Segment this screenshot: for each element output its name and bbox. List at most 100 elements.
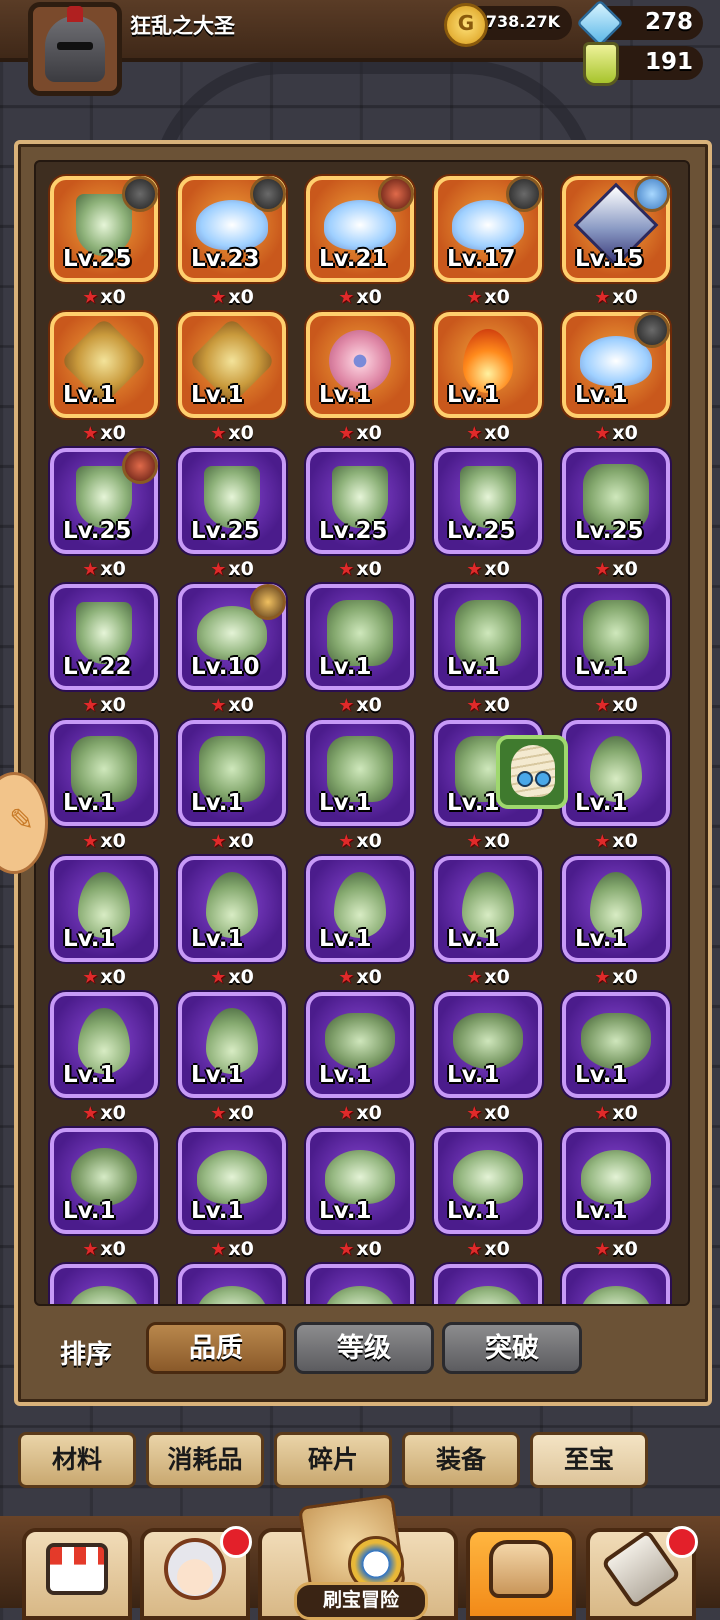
relic-slot[interactable]: Lv.1 ★ x0 [50, 312, 158, 444]
relic-slot[interactable] [434, 1264, 542, 1304]
relic-card[interactable]: Lv.1 [50, 312, 158, 418]
relic-slot[interactable]: Lv.1 ★ x0 [434, 584, 542, 716]
relic-card[interactable] [306, 1264, 414, 1304]
relic-card[interactable]: Lv.1 [434, 856, 542, 962]
relic-card[interactable]: Lv.1 [178, 720, 286, 826]
relic-slot[interactable]: Lv.1 ★ x0 [562, 720, 670, 852]
relic-slot[interactable]: Lv.1 ★ x0 [178, 1128, 286, 1260]
relic-slot[interactable]: Lv.25 ★ x0 [562, 448, 670, 580]
relic-card[interactable] [50, 1264, 158, 1304]
relic-card[interactable]: Lv.1 [562, 584, 670, 690]
relic-slot[interactable]: Lv.1 ★ x0 [50, 1128, 158, 1260]
relic-card[interactable]: Lv.1 [562, 856, 670, 962]
relic-card[interactable]: Lv.1 [562, 720, 670, 826]
relic-card[interactable]: Lv.15 [562, 176, 670, 282]
relic-card[interactable]: Lv.1 [434, 1128, 542, 1234]
relic-card[interactable] [178, 1264, 286, 1304]
relic-slot[interactable] [306, 1264, 414, 1304]
nav-adventure[interactable]: 刷宝冒险 [284, 1493, 434, 1620]
sort-by-level-button[interactable]: 等级 [294, 1322, 434, 1374]
relic-slot[interactable]: Lv.1 ★ x0 [562, 856, 670, 988]
relic-card[interactable]: Lv.1 [178, 1128, 286, 1234]
nav-shop[interactable] [22, 1528, 132, 1620]
relic-grid-scroll-area[interactable]: Lv.25 ★ x0 Lv.23 ★ x0 Lv.21 ★ x0 Lv.17 ★ x0 Lv.15 ★ x0… [34, 160, 690, 1306]
relic-slot[interactable]: Lv.23 ★ x0 [178, 176, 286, 308]
relic-card[interactable]: Lv.22 [50, 584, 158, 690]
relic-card[interactable]: Lv.1 [562, 312, 670, 418]
relic-slot[interactable]: Lv.1 ★ x0 [434, 312, 542, 444]
relic-card[interactable]: Lv.1 [306, 856, 414, 962]
relic-card[interactable]: Lv.1 [178, 992, 286, 1098]
relic-slot[interactable]: Lv.1 ★ x0 [562, 584, 670, 716]
relic-slot[interactable]: Lv.1 ★ x0 [434, 856, 542, 988]
relic-slot[interactable]: Lv.25 ★ x0 [178, 448, 286, 580]
relic-slot[interactable]: Lv.17 ★ x0 [434, 176, 542, 308]
relic-card[interactable]: Lv.1 [562, 1128, 670, 1234]
relic-slot[interactable]: Lv.1 ★ x0 [306, 584, 414, 716]
relic-card[interactable]: Lv.1 [562, 992, 670, 1098]
relic-slot[interactable]: Lv.15 ★ x0 [562, 176, 670, 308]
relic-slot[interactable]: Lv.21 ★ x0 [306, 176, 414, 308]
relic-slot[interactable]: Lv.1 ★ x0 [434, 992, 542, 1124]
relic-card[interactable]: Lv.25 [434, 448, 542, 554]
relic-card[interactable]: Lv.25 [50, 448, 158, 554]
avatar[interactable] [28, 2, 122, 96]
relic-card[interactable]: Lv.25 [306, 448, 414, 554]
tab-equipment[interactable]: 装备 [402, 1432, 520, 1488]
relic-card[interactable]: Lv.25 [562, 448, 670, 554]
relic-slot[interactable] [178, 1264, 286, 1304]
relic-card[interactable]: Lv.23 [178, 176, 286, 282]
relic-slot[interactable]: Lv.1 ★ x0 [50, 856, 158, 988]
tab-fragments[interactable]: 碎片 [274, 1432, 392, 1488]
relic-slot[interactable]: Lv.1 ★ x0 [562, 1128, 670, 1260]
relic-card[interactable]: Lv.1 [178, 856, 286, 962]
relic-slot[interactable]: Lv.1 ★ x0 [306, 992, 414, 1124]
relic-slot[interactable]: Lv.1 ★ x0 [178, 992, 286, 1124]
tab-treasures[interactable]: 至宝 [530, 1432, 648, 1488]
relic-slot[interactable]: Lv.10 ★ x0 [178, 584, 286, 716]
relic-slot[interactable]: Lv.1 ★ x0 [178, 312, 286, 444]
relic-card[interactable]: Lv.1 [434, 312, 542, 418]
coin-counter[interactable]: G 738.27K [444, 3, 572, 47]
relic-slot[interactable]: Lv.1 ★ x0 [50, 720, 158, 852]
relic-card[interactable]: Lv.1 [434, 584, 542, 690]
tab-consumables[interactable]: 消耗品 [146, 1432, 264, 1488]
relic-slot[interactable]: Lv.1 ★ x0 [562, 312, 670, 444]
relic-slot[interactable]: Lv.1 ★ x0 [306, 856, 414, 988]
mummy-hero-avatar[interactable] [496, 735, 568, 809]
relic-card[interactable]: Lv.1 [178, 312, 286, 418]
relic-card[interactable]: Lv.1 [50, 1128, 158, 1234]
relic-slot[interactable] [562, 1264, 670, 1304]
relic-card[interactable]: Lv.1 [306, 720, 414, 826]
relic-card[interactable]: Lv.25 [178, 448, 286, 554]
relic-card[interactable]: Lv.25 [50, 176, 158, 282]
relic-card[interactable]: Lv.1 [434, 992, 542, 1098]
tab-materials[interactable]: 材料 [18, 1432, 136, 1488]
relic-card[interactable]: Lv.1 [50, 992, 158, 1098]
relic-card[interactable]: Lv.10 [178, 584, 286, 690]
relic-card[interactable]: Lv.1 [306, 992, 414, 1098]
relic-slot[interactable]: Lv.1 ★ x0 [178, 856, 286, 988]
relic-slot[interactable]: Lv.1 ★ x0 [306, 312, 414, 444]
relic-card[interactable]: Lv.1 [50, 720, 158, 826]
relic-card[interactable]: Lv.1 [50, 856, 158, 962]
sort-by-breakthrough-button[interactable]: 突破 [442, 1322, 582, 1374]
sort-by-quality-button[interactable]: 品质 [146, 1322, 286, 1374]
relic-slot[interactable]: Lv.1 ★ x0 [306, 720, 414, 852]
relic-card[interactable]: Lv.1 [306, 584, 414, 690]
relic-slot[interactable]: Lv.22 ★ x0 [50, 584, 158, 716]
relic-card[interactable] [434, 1264, 542, 1304]
gem-counter[interactable]: 278 [576, 0, 703, 47]
nav-backpack[interactable] [466, 1528, 576, 1620]
relic-card[interactable]: Lv.21 [306, 176, 414, 282]
relic-slot[interactable]: Lv.25 ★ x0 [50, 176, 158, 308]
relic-slot[interactable]: Lv.1 ★ x0 [50, 992, 158, 1124]
relic-slot[interactable]: Lv.1 ★ x0 [434, 1128, 542, 1260]
relic-card[interactable]: Lv.1 [306, 1128, 414, 1234]
potion-counter[interactable]: 191 [583, 42, 703, 86]
relic-card[interactable] [562, 1264, 670, 1304]
nav-forge[interactable] [586, 1526, 698, 1620]
relic-slot[interactable]: Lv.1 ★ x0 [178, 720, 286, 852]
relic-card[interactable]: Lv.1 [306, 312, 414, 418]
relic-slot[interactable]: Lv.25 ★ x0 [434, 448, 542, 580]
